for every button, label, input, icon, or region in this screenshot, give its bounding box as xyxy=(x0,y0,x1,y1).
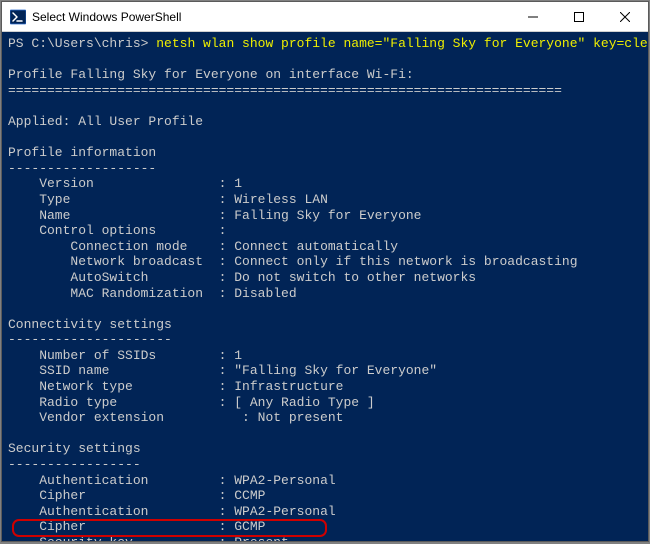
close-button[interactable] xyxy=(602,2,648,31)
powershell-icon xyxy=(10,9,26,25)
row: Network broadcast : Connect only if this… xyxy=(8,254,642,270)
row: Cipher : CCMP xyxy=(8,488,642,504)
row: Authentication : WPA2-Personal xyxy=(8,504,642,520)
separator: ========================================… xyxy=(8,83,642,99)
powershell-window: Select Windows PowerShell PS C:\Users\ch… xyxy=(1,1,649,542)
row: Type : Wireless LAN xyxy=(8,192,642,208)
command-text: netsh wlan show profile name="Falling Sk… xyxy=(156,36,648,51)
row: Name : Falling Sky for Everyone xyxy=(8,208,642,224)
prompt-line: PS C:\Users\chris> netsh wlan show profi… xyxy=(8,36,642,52)
section-dash-connectivity: --------------------- xyxy=(8,332,642,348)
row: Security key : Present xyxy=(8,535,642,541)
minimize-button[interactable] xyxy=(510,2,556,31)
section-title-connectivity: Connectivity settings xyxy=(8,317,642,333)
row: Connection mode : Connect automatically xyxy=(8,239,642,255)
row: Authentication : WPA2-Personal xyxy=(8,473,642,489)
row: MAC Randomization : Disabled xyxy=(8,286,642,302)
row: Cipher : GCMP xyxy=(8,519,642,535)
row: Network type : Infrastructure xyxy=(8,379,642,395)
row: Vendor extension : Not present xyxy=(8,410,642,426)
section-title-security: Security settings xyxy=(8,441,642,457)
window-controls xyxy=(510,2,648,31)
row: Control options : xyxy=(8,223,642,239)
row: Radio type : [ Any Radio Type ] xyxy=(8,395,642,411)
section-dash-security: ----------------- xyxy=(8,457,642,473)
row: AutoSwitch : Do not switch to other netw… xyxy=(8,270,642,286)
profile-header: Profile Falling Sky for Everyone on inte… xyxy=(8,67,642,83)
row: Number of SSIDs : 1 xyxy=(8,348,642,364)
maximize-button[interactable] xyxy=(556,2,602,31)
row: SSID name : "Falling Sky for Everyone" xyxy=(8,363,642,379)
prompt-text: PS C:\Users\chris> xyxy=(8,36,156,51)
section-title-profile: Profile information xyxy=(8,145,642,161)
applied-line: Applied: All User Profile xyxy=(8,114,642,130)
section-dash-profile: ------------------- xyxy=(8,161,642,177)
titlebar[interactable]: Select Windows PowerShell xyxy=(2,2,648,32)
window-title: Select Windows PowerShell xyxy=(32,10,510,24)
terminal-area[interactable]: PS C:\Users\chris> netsh wlan show profi… xyxy=(2,32,648,541)
row: Version : 1 xyxy=(8,176,642,192)
